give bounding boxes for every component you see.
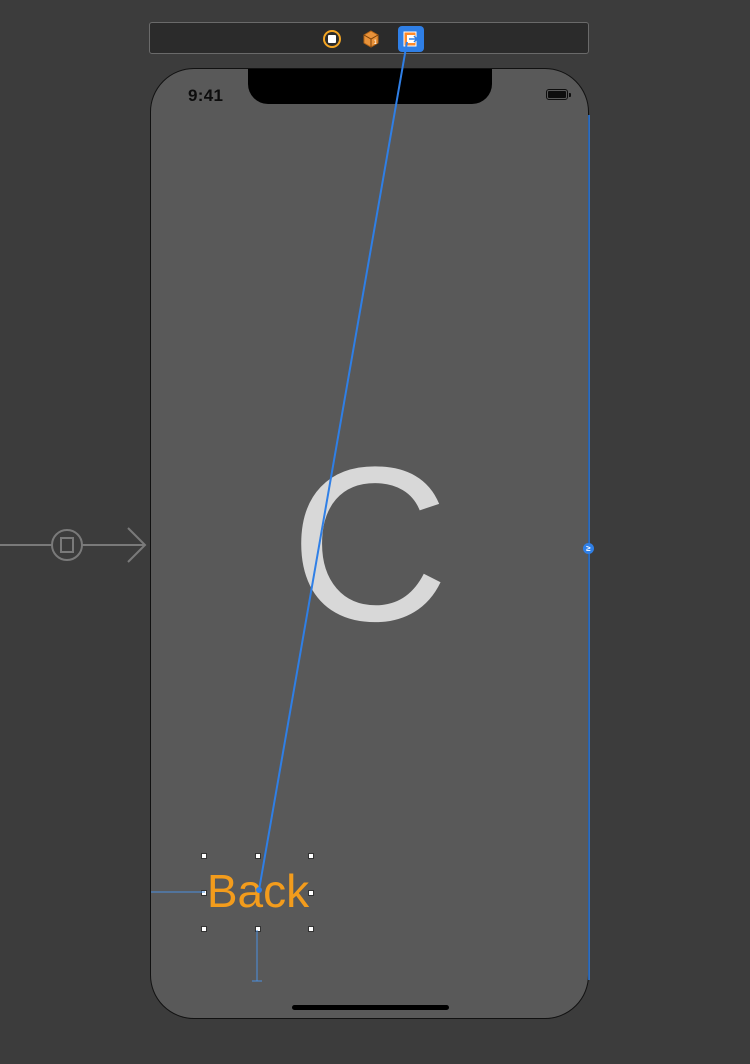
first-responder-icon[interactable]: 1	[360, 28, 382, 50]
battery-cap	[569, 93, 571, 97]
exit-icon[interactable]	[398, 26, 424, 52]
constraint-badge-icon[interactable]: ≥	[583, 543, 594, 554]
storyboard-canvas: 1 9:41 C Back ≥	[0, 0, 750, 1064]
selection-handle-top-left[interactable]	[201, 853, 207, 859]
initial-view-controller-arrow[interactable]	[0, 525, 150, 565]
selection-handle-bottom-left[interactable]	[201, 926, 207, 932]
battery-icon	[546, 89, 568, 100]
selection-handle-bottom-right[interactable]	[308, 926, 314, 932]
scene-view[interactable]: 9:41 C Back	[150, 68, 589, 1019]
back-button[interactable]: Back	[204, 862, 312, 920]
selection-handle-top-right[interactable]	[308, 853, 314, 859]
selection-handle-mid-left[interactable]	[201, 890, 207, 896]
title-label: C	[290, 421, 449, 667]
selection-handle-top-center[interactable]	[255, 853, 261, 859]
status-bar-time: 9:41	[188, 86, 224, 105]
device-notch	[248, 69, 492, 104]
view-controller-icon[interactable]	[321, 28, 343, 50]
selection-handle-bottom-center[interactable]	[255, 926, 261, 932]
selection-handle-mid-right[interactable]	[308, 890, 314, 896]
scene-dock[interactable]: 1	[149, 22, 589, 54]
home-indicator	[292, 1005, 449, 1010]
